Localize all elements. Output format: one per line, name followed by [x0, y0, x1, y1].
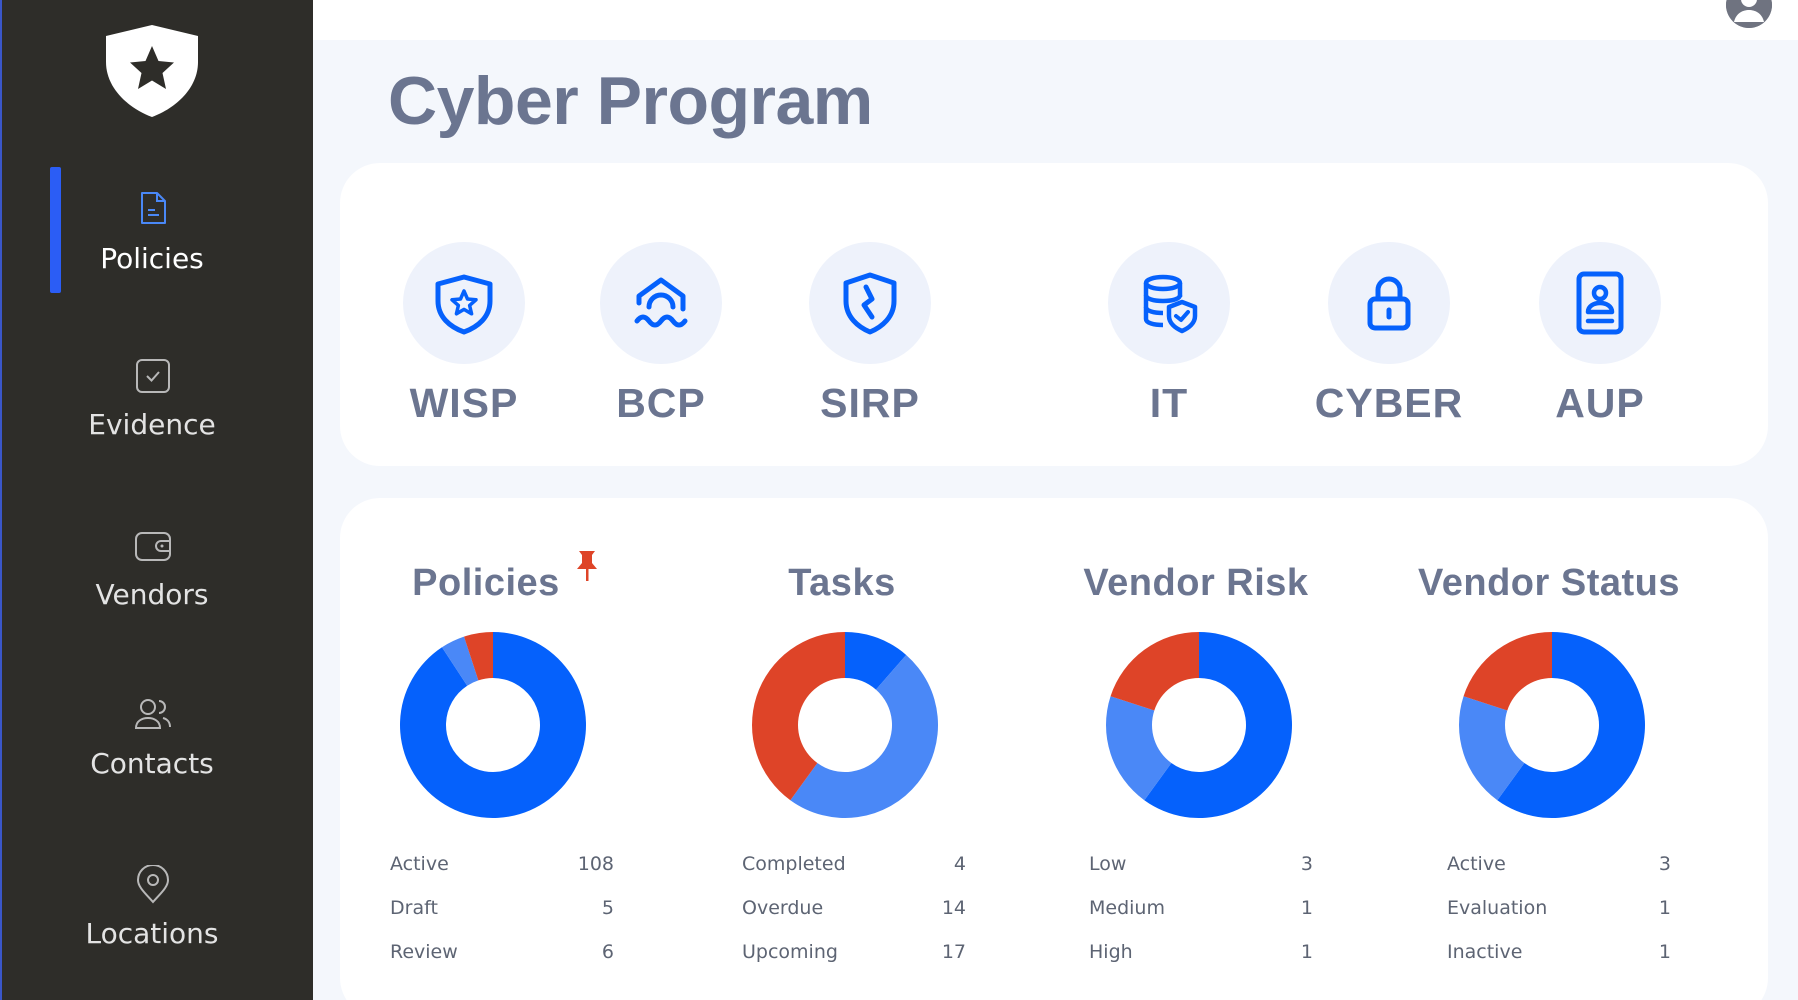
stat-row: Upcoming 17 [742, 941, 966, 971]
lock-icon [1367, 276, 1411, 331]
stat-row-value: 1 [1300, 897, 1313, 919]
stat-row-label: Completed [742, 853, 846, 875]
stat-row: Active 108 [390, 853, 614, 883]
stat-row-label: Review [390, 941, 458, 963]
program-sirp[interactable]: SIRP [784, 242, 954, 442]
stat-row-label: Active [1447, 853, 1506, 875]
policies-donut-chart [400, 632, 586, 818]
stat-row-value: 17 [941, 941, 966, 963]
stat-row-value: 14 [941, 897, 966, 919]
stat-row-value: 1 [1300, 941, 1313, 963]
stat-row: Draft 5 [390, 897, 614, 927]
stat-title: Vendor Status [1418, 562, 1680, 604]
sidebar-item-label: Locations [85, 917, 219, 950]
sidebar-item-locations[interactable]: Locations [2, 845, 315, 975]
stat-row-label: Active [390, 853, 449, 875]
sidebar-item-vendors[interactable]: Vendors [2, 506, 315, 636]
stat-row: Overdue 14 [742, 897, 966, 927]
stat-row-label: Evaluation [1447, 897, 1548, 919]
program-cyber[interactable]: CYBER [1303, 242, 1473, 442]
sidebar-item-label: Vendors [95, 578, 209, 611]
pin-icon[interactable] [574, 549, 600, 583]
program-wisp[interactable]: WISP [378, 242, 548, 442]
stat-row-value: 1 [1658, 897, 1671, 919]
stat-title: Vendor Risk [1083, 562, 1309, 604]
checkbox-icon [136, 359, 170, 393]
top-bar [313, 0, 1798, 40]
stat-row-value: 3 [1300, 853, 1313, 875]
tasks-donut-chart [752, 632, 938, 818]
stat-row: Evaluation 1 [1447, 897, 1671, 927]
vendor-status-donut-chart [1459, 632, 1645, 818]
stat-row-value: 108 [577, 853, 614, 875]
shield-break-icon [843, 272, 897, 335]
program-label: AUP [1555, 380, 1645, 426]
sidebar-item-label: Contacts [90, 747, 214, 780]
program-it[interactable]: IT [1083, 242, 1253, 442]
stat-row-label: Draft [390, 897, 438, 919]
stat-row: Active 3 [1447, 853, 1671, 883]
stat-row-value: 5 [601, 897, 614, 919]
programs-card: WISP BCP SIRP IT CYBER AUP [340, 163, 1768, 466]
database-shield-icon [1143, 274, 1198, 334]
program-aup[interactable]: AUP [1514, 242, 1684, 442]
stat-row-label: Overdue [742, 897, 824, 919]
stat-row-label: High [1089, 941, 1133, 963]
sidebar-item-policies[interactable]: Policies [2, 168, 315, 298]
page-title: Cyber Program [388, 63, 873, 139]
stat-title: Tasks [788, 562, 896, 604]
stat-row: Medium 1 [1089, 897, 1313, 927]
stat-policies[interactable]: Policies Active 108 Draft 5 Review 6 [340, 498, 640, 1000]
stat-row-label: Inactive [1447, 941, 1523, 963]
stat-row-value: 4 [953, 853, 966, 875]
sidebar: Policies Evidence Vendors Contacts Locat… [0, 0, 313, 1000]
sidebar-item-label: Policies [100, 242, 204, 275]
map-pin-icon [136, 865, 170, 904]
donut-slice-inactive[interactable] [1463, 632, 1552, 711]
donut-slice-high[interactable] [1110, 632, 1199, 711]
program-label: IT [1149, 380, 1189, 426]
users-icon [134, 699, 171, 729]
wallet-icon [135, 532, 171, 561]
stat-row: Low 3 [1089, 853, 1313, 883]
stat-row: High 1 [1089, 941, 1313, 971]
stats-card: Policies Active 108 Draft 5 Review 6 Tas… [340, 498, 1768, 1000]
sidebar-item-label: Evidence [88, 408, 216, 441]
program-label: SIRP [820, 380, 920, 426]
stat-row-value: 3 [1658, 853, 1671, 875]
house-wave-icon [634, 277, 688, 328]
sidebar-item-evidence[interactable]: Evidence [2, 336, 315, 466]
stat-row-label: Medium [1089, 897, 1165, 919]
stat-vendor-status[interactable]: Vendor Status Active 3 Evaluation 1 Inac… [1399, 498, 1699, 1000]
stat-row-label: Low [1089, 853, 1127, 875]
stat-row-value: 6 [601, 941, 614, 963]
stat-row: Completed 4 [742, 853, 966, 883]
vendor-risk-donut-chart [1106, 632, 1292, 818]
stat-row-value: 1 [1658, 941, 1671, 963]
stat-row: Review 6 [390, 941, 614, 971]
sidebar-item-contacts[interactable]: Contacts [2, 675, 315, 805]
document-icon [141, 192, 166, 224]
shield-star-icon [435, 274, 493, 335]
stat-row: Inactive 1 [1447, 941, 1671, 971]
shield-star-logo-icon[interactable] [102, 22, 202, 120]
stat-vendor-risk[interactable]: Vendor Risk Low 3 Medium 1 High 1 [1046, 498, 1346, 1000]
stat-row-label: Upcoming [742, 941, 838, 963]
id-badge-icon [1576, 271, 1624, 335]
program-bcp[interactable]: BCP [575, 242, 745, 442]
stat-tasks[interactable]: Tasks Completed 4 Overdue 14 Upcoming 17 [692, 498, 992, 1000]
